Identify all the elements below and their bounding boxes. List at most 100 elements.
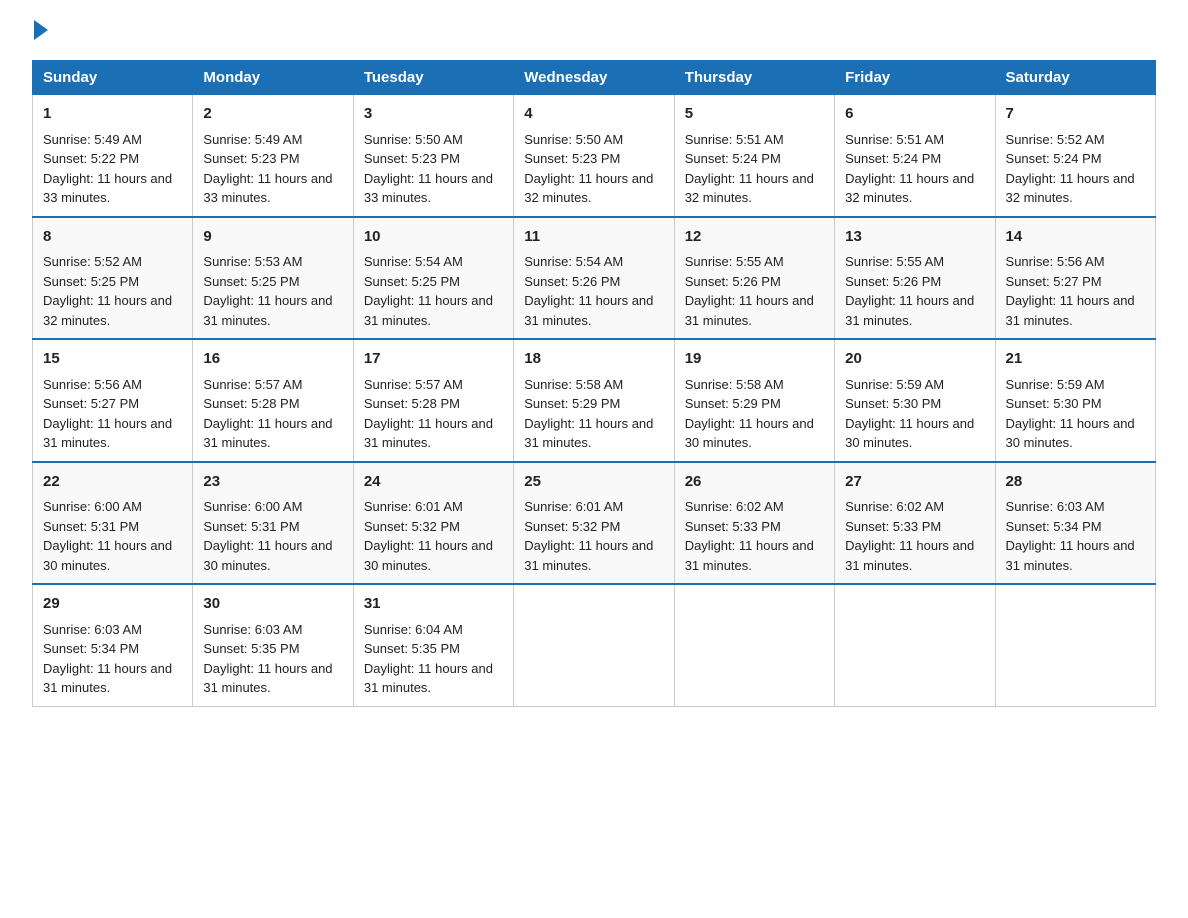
day-number: 20: [845, 348, 984, 371]
calendar-cell: 29Sunrise: 6:03 AMSunset: 5:34 PMDayligh…: [33, 584, 193, 706]
day-number: 2: [203, 103, 342, 126]
day-number: 15: [43, 348, 182, 371]
days-of-week-row: SundayMondayTuesdayWednesdayThursdayFrid…: [33, 61, 1156, 95]
calendar-table: SundayMondayTuesdayWednesdayThursdayFrid…: [32, 60, 1156, 707]
calendar-cell: [995, 584, 1155, 706]
day-info: Sunrise: 5:50 AMSunset: 5:23 PMDaylight:…: [524, 130, 663, 208]
day-of-week-header: Monday: [193, 61, 353, 95]
logo: [32, 24, 48, 40]
calendar-cell: 21 Sunrise: 5:59 AMSunset: 5:30 PMDayligh…: [995, 339, 1155, 462]
day-of-week-header: Wednesday: [514, 61, 674, 95]
calendar-cell: 15 Sunrise: 5:56 AMSunset: 5:27 PMDayligh…: [33, 339, 193, 462]
day-of-week-header: Sunday: [33, 61, 193, 95]
day-number: 18: [524, 348, 663, 371]
logo-arrow-icon: [34, 20, 48, 40]
day-info: Sunrise: 5:52 AMSunset: 5:24 PMDaylight:…: [1006, 130, 1145, 208]
calendar-cell: 16 Sunrise: 5:57 AMSunset: 5:28 PMDayligh…: [193, 339, 353, 462]
day-number: 1: [43, 103, 182, 126]
day-number: 22: [43, 471, 182, 494]
calendar-cell: 30Sunrise: 6:03 AMSunset: 5:35 PMDayligh…: [193, 584, 353, 706]
day-number: 24: [364, 471, 503, 494]
day-info: Sunrise: 5:55 AMSunset: 5:26 PMDaylight:…: [685, 252, 824, 330]
page-header: [32, 24, 1156, 40]
day-number: 4: [524, 103, 663, 126]
day-number: 27: [845, 471, 984, 494]
day-info: Sunrise: 5:56 AMSunset: 5:27 PMDaylight:…: [43, 375, 182, 453]
day-info: Sunrise: 6:01 AMSunset: 5:32 PMDaylight:…: [524, 497, 663, 575]
day-info: Sunrise: 5:56 AMSunset: 5:27 PMDaylight:…: [1006, 252, 1145, 330]
day-of-week-header: Tuesday: [353, 61, 513, 95]
day-number: 3: [364, 103, 503, 126]
day-number: 5: [685, 103, 824, 126]
calendar-body: 1 Sunrise: 5:49 AMSunset: 5:22 PMDaylight…: [33, 95, 1156, 707]
day-info: Sunrise: 5:59 AMSunset: 5:30 PMDaylight:…: [845, 375, 984, 453]
calendar-cell: 28 Sunrise: 6:03 AMSunset: 5:34 PMDayligh…: [995, 462, 1155, 585]
day-info: Sunrise: 5:57 AMSunset: 5:28 PMDaylight:…: [364, 375, 503, 453]
day-number: 6: [845, 103, 984, 126]
day-number: 16: [203, 348, 342, 371]
day-number: 14: [1006, 226, 1145, 249]
calendar-cell: 12 Sunrise: 5:55 AMSunset: 5:26 PMDayligh…: [674, 217, 834, 340]
calendar-cell: 5 Sunrise: 5:51 AMSunset: 5:24 PMDaylight…: [674, 95, 834, 217]
day-info: Sunrise: 5:52 AMSunset: 5:25 PMDaylight:…: [43, 252, 182, 330]
day-info: Sunrise: 6:00 AMSunset: 5:31 PMDaylight:…: [203, 497, 342, 575]
calendar-cell: 22 Sunrise: 6:00 AMSunset: 5:31 PMDayligh…: [33, 462, 193, 585]
day-number: 17: [364, 348, 503, 371]
calendar-cell: 7Sunrise: 5:52 AMSunset: 5:24 PMDaylight…: [995, 95, 1155, 217]
day-number: 26: [685, 471, 824, 494]
calendar-week-row: 29Sunrise: 6:03 AMSunset: 5:34 PMDayligh…: [33, 584, 1156, 706]
day-info: Sunrise: 6:01 AMSunset: 5:32 PMDaylight:…: [364, 497, 503, 575]
day-info: Sunrise: 6:03 AMSunset: 5:34 PMDaylight:…: [43, 620, 182, 698]
day-info: Sunrise: 5:51 AMSunset: 5:24 PMDaylight:…: [845, 130, 984, 208]
calendar-cell: 8 Sunrise: 5:52 AMSunset: 5:25 PMDaylight…: [33, 217, 193, 340]
day-number: 28: [1006, 471, 1145, 494]
day-number: 10: [364, 226, 503, 249]
day-info: Sunrise: 5:51 AMSunset: 5:24 PMDaylight:…: [685, 130, 824, 208]
day-number: 23: [203, 471, 342, 494]
calendar-cell: 25 Sunrise: 6:01 AMSunset: 5:32 PMDayligh…: [514, 462, 674, 585]
day-info: Sunrise: 5:59 AMSunset: 5:30 PMDaylight:…: [1006, 375, 1145, 453]
calendar-cell: 20 Sunrise: 5:59 AMSunset: 5:30 PMDayligh…: [835, 339, 995, 462]
day-number: 31: [364, 593, 503, 616]
calendar-week-row: 22 Sunrise: 6:00 AMSunset: 5:31 PMDayligh…: [33, 462, 1156, 585]
calendar-week-row: 15 Sunrise: 5:56 AMSunset: 5:27 PMDayligh…: [33, 339, 1156, 462]
calendar-week-row: 1 Sunrise: 5:49 AMSunset: 5:22 PMDaylight…: [33, 95, 1156, 217]
calendar-cell: 19Sunrise: 5:58 AMSunset: 5:29 PMDayligh…: [674, 339, 834, 462]
day-info: Sunrise: 6:02 AMSunset: 5:33 PMDaylight:…: [845, 497, 984, 575]
calendar-cell: 3 Sunrise: 5:50 AMSunset: 5:23 PMDaylight…: [353, 95, 513, 217]
day-info: Sunrise: 5:54 AMSunset: 5:26 PMDaylight:…: [524, 252, 663, 330]
day-info: Sunrise: 6:04 AMSunset: 5:35 PMDaylight:…: [364, 620, 503, 698]
day-info: Sunrise: 6:00 AMSunset: 5:31 PMDaylight:…: [43, 497, 182, 575]
day-info: Sunrise: 6:03 AMSunset: 5:34 PMDaylight:…: [1006, 497, 1145, 575]
day-info: Sunrise: 5:58 AMSunset: 5:29 PMDaylight:…: [685, 375, 824, 453]
calendar-week-row: 8 Sunrise: 5:52 AMSunset: 5:25 PMDaylight…: [33, 217, 1156, 340]
day-info: Sunrise: 5:49 AMSunset: 5:22 PMDaylight:…: [43, 130, 182, 208]
calendar-cell: 11 Sunrise: 5:54 AMSunset: 5:26 PMDayligh…: [514, 217, 674, 340]
day-number: 12: [685, 226, 824, 249]
day-number: 30: [203, 593, 342, 616]
day-of-week-header: Thursday: [674, 61, 834, 95]
calendar-cell: 4 Sunrise: 5:50 AMSunset: 5:23 PMDaylight…: [514, 95, 674, 217]
day-info: Sunrise: 5:50 AMSunset: 5:23 PMDaylight:…: [364, 130, 503, 208]
day-info: Sunrise: 5:57 AMSunset: 5:28 PMDaylight:…: [203, 375, 342, 453]
day-info: Sunrise: 5:53 AMSunset: 5:25 PMDaylight:…: [203, 252, 342, 330]
calendar-cell: 26 Sunrise: 6:02 AMSunset: 5:33 PMDayligh…: [674, 462, 834, 585]
calendar-cell: 23 Sunrise: 6:00 AMSunset: 5:31 PMDayligh…: [193, 462, 353, 585]
day-number: 8: [43, 226, 182, 249]
calendar-cell: 18Sunrise: 5:58 AMSunset: 5:29 PMDayligh…: [514, 339, 674, 462]
day-info: Sunrise: 5:55 AMSunset: 5:26 PMDaylight:…: [845, 252, 984, 330]
day-number: 11: [524, 226, 663, 249]
calendar-cell: [674, 584, 834, 706]
day-number: 25: [524, 471, 663, 494]
day-of-week-header: Saturday: [995, 61, 1155, 95]
calendar-cell: 31 Sunrise: 6:04 AMSunset: 5:35 PMDayligh…: [353, 584, 513, 706]
day-number: 9: [203, 226, 342, 249]
day-info: Sunrise: 5:54 AMSunset: 5:25 PMDaylight:…: [364, 252, 503, 330]
day-info: Sunrise: 5:49 AMSunset: 5:23 PMDaylight:…: [203, 130, 342, 208]
day-number: 21: [1006, 348, 1145, 371]
calendar-cell: 24 Sunrise: 6:01 AMSunset: 5:32 PMDayligh…: [353, 462, 513, 585]
calendar-header: SundayMondayTuesdayWednesdayThursdayFrid…: [33, 61, 1156, 95]
calendar-cell: 2 Sunrise: 5:49 AMSunset: 5:23 PMDaylight…: [193, 95, 353, 217]
day-info: Sunrise: 6:02 AMSunset: 5:33 PMDaylight:…: [685, 497, 824, 575]
calendar-cell: 10 Sunrise: 5:54 AMSunset: 5:25 PMDayligh…: [353, 217, 513, 340]
